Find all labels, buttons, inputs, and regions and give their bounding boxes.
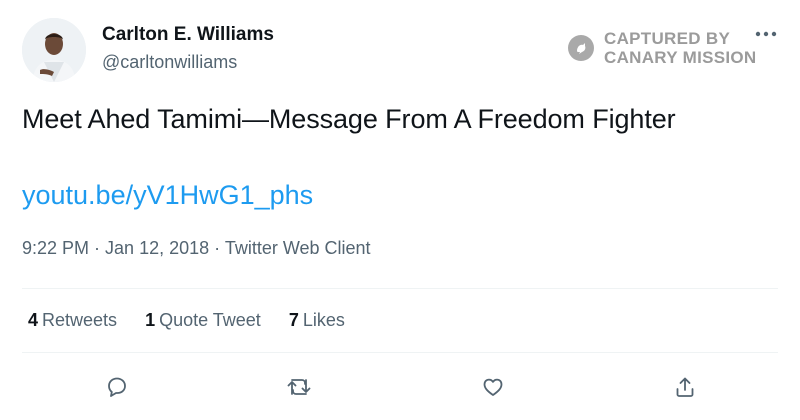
reply-icon — [108, 377, 126, 397]
like-icon — [483, 378, 503, 396]
avatar-photo — [22, 18, 86, 82]
tweet-meta: 9:22 PM · Jan 12, 2018 · Twitter Web Cli… — [22, 238, 371, 259]
retweets-count: 4 — [28, 310, 39, 330]
retweet-icon — [287, 379, 311, 395]
canary-bird-icon — [568, 35, 594, 61]
tweet-link[interactable]: youtu.be/yV1HwG1_phs — [22, 180, 313, 211]
tweet-text: Meet Ahed Tamimi—Message From A Freedom … — [22, 104, 676, 134]
more-options-button[interactable] — [752, 24, 780, 44]
retweets-stat[interactable]: 4 Retweets — [28, 310, 117, 331]
author-handle[interactable]: @carltonwilliams — [102, 52, 237, 73]
watermark-line-2: CANARY MISSION — [604, 48, 757, 67]
watermark-line-1: CAPTURED BY — [604, 29, 731, 48]
watermark-text: CAPTURED BY CANARY MISSION — [604, 29, 757, 67]
share-icon — [676, 377, 694, 397]
retweets-label: Retweets — [42, 310, 118, 330]
meta-separator: · — [89, 238, 106, 258]
tweet-time[interactable]: 9:22 PM — [22, 238, 89, 258]
canary-mission-watermark: CAPTURED BY CANARY MISSION — [568, 28, 757, 68]
author-display-name[interactable]: Carlton E. Williams — [102, 24, 274, 46]
likes-count: 7 — [288, 310, 299, 330]
tweet-stats: 4 Retweets 1 Quote Tweet 7 Likes — [28, 310, 373, 331]
likes-label: Likes — [302, 310, 345, 330]
tweet-client[interactable]: Twitter Web Client — [225, 238, 371, 258]
more-icon — [755, 31, 777, 37]
tweet-card: Carlton E. Williams @carltonwilliams CAP… — [0, 0, 800, 420]
retweet-button[interactable] — [284, 372, 314, 402]
divider — [22, 352, 778, 353]
like-button[interactable] — [478, 372, 508, 402]
divider — [22, 288, 778, 289]
quote-tweets-count: 1 — [145, 310, 156, 330]
reply-button[interactable] — [102, 372, 132, 402]
likes-stat[interactable]: 7 Likes — [289, 310, 345, 331]
quote-tweets-stat[interactable]: 1 Quote Tweet — [145, 310, 261, 331]
tweet-date[interactable]: Jan 12, 2018 — [105, 238, 209, 258]
avatar[interactable] — [22, 18, 86, 82]
quote-tweets-label: Quote Tweet — [159, 310, 261, 330]
meta-separator: · — [209, 238, 225, 258]
share-button[interactable] — [670, 372, 700, 402]
tweet-actions — [0, 372, 800, 402]
